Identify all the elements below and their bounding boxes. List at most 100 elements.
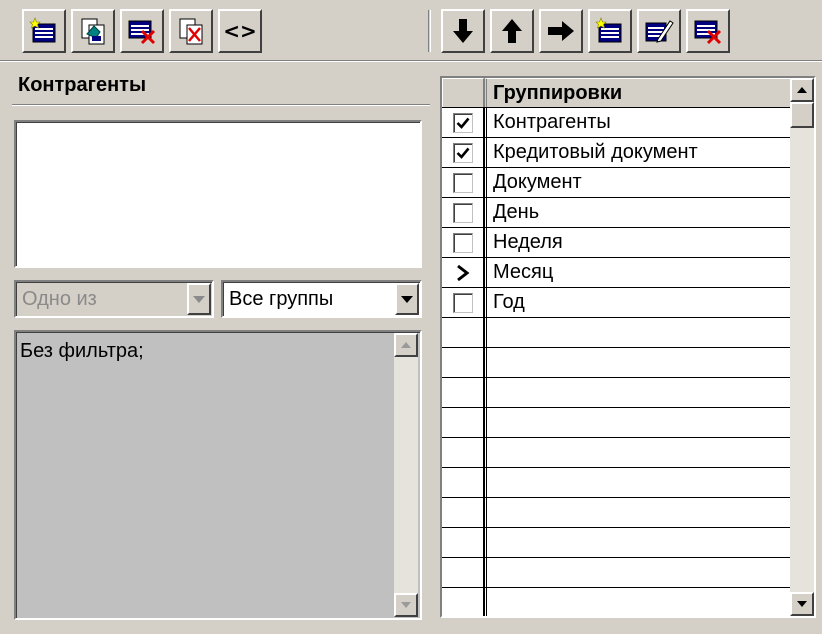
copy-filter-button[interactable] [71, 9, 115, 53]
empty-label-cell [484, 498, 790, 527]
grid-header-label[interactable]: Группировки [484, 78, 790, 107]
grid-scroll-up-button[interactable] [790, 78, 814, 102]
row-label: Документ [484, 168, 790, 197]
empty-row [442, 318, 790, 348]
title-divider [12, 104, 430, 106]
row-checkbox[interactable] [452, 112, 473, 133]
move-down-button[interactable] [441, 9, 485, 53]
grid-header: Группировки [442, 78, 790, 108]
angle-brackets-button[interactable]: <> [218, 9, 262, 53]
empty-check-cell [442, 498, 484, 527]
row-check-cell [442, 198, 484, 227]
row-checkbox[interactable] [452, 142, 473, 163]
empty-check-cell [442, 468, 484, 497]
row-label: Год [484, 288, 790, 317]
toolbar-divider [0, 60, 822, 62]
table-row[interactable]: Документ [442, 168, 790, 198]
empty-check-cell [442, 378, 484, 407]
empty-row [442, 528, 790, 558]
new-filter-button[interactable] [22, 9, 66, 53]
condition-combo[interactable]: Одно из [14, 280, 214, 318]
delete-filter-button[interactable] [120, 9, 164, 53]
table-row[interactable]: Контрагенты [442, 108, 790, 138]
current-row-pointer-icon [453, 263, 473, 283]
scroll-down-icon [797, 601, 807, 607]
row-checkbox[interactable] [452, 202, 473, 223]
row-checkbox[interactable] [452, 172, 473, 193]
delete-grouping-icon [694, 20, 722, 45]
empty-check-cell [442, 588, 484, 616]
row-checkbox[interactable] [452, 292, 473, 313]
empty-check-cell [442, 528, 484, 557]
row-check-cell [442, 168, 484, 197]
empty-row [442, 468, 790, 498]
grid-scroll-down-button[interactable] [790, 592, 814, 616]
grouping-grid: Группировки Контрагенты Кредитовый докуме… [440, 76, 816, 618]
empty-row [442, 498, 790, 528]
edit-grouping-button[interactable] [637, 9, 681, 53]
empty-row [442, 438, 790, 468]
empty-row [442, 558, 790, 588]
new-grouping-button[interactable] [588, 9, 632, 53]
empty-check-cell [442, 408, 484, 437]
panel-title: Контрагенты [18, 74, 147, 96]
chevron-down-icon [401, 295, 413, 303]
check-icon [456, 117, 470, 129]
filter-scrollbar[interactable] [394, 333, 418, 617]
row-label: День [484, 198, 790, 227]
grid-header-check-column [442, 78, 484, 107]
table-row[interactable]: Месяц [442, 258, 790, 288]
scroll-up-button[interactable] [394, 333, 418, 357]
empty-check-cell [442, 318, 484, 347]
empty-label-cell [484, 318, 790, 347]
filter-text-area[interactable] [14, 330, 422, 620]
empty-label-cell [484, 468, 790, 497]
row-check-cell [442, 258, 484, 287]
table-row[interactable]: День [442, 198, 790, 228]
grid-scroll-thumb[interactable] [790, 102, 814, 128]
table-row[interactable]: Кредитовый документ [442, 138, 790, 168]
arrow-right-icon [548, 21, 574, 41]
empty-row [442, 348, 790, 378]
empty-check-cell [442, 348, 484, 377]
empty-row [442, 408, 790, 438]
angle-brackets-icon: <> [223, 19, 257, 43]
table-row[interactable]: Год [442, 288, 790, 318]
group-combo-dropdown[interactable] [395, 283, 419, 315]
condition-combo-dropdown[interactable] [187, 283, 211, 315]
scroll-up-icon [401, 342, 411, 348]
empty-label-cell [484, 438, 790, 467]
clear-filter-icon [179, 18, 203, 45]
selected-values-list[interactable] [14, 120, 422, 268]
empty-check-cell [442, 558, 484, 587]
group-combo[interactable]: Все группы [221, 280, 422, 318]
chevron-down-icon [193, 295, 205, 303]
grid-scrollbar[interactable] [790, 78, 814, 616]
row-check-cell [442, 228, 484, 257]
empty-label-cell [484, 558, 790, 587]
move-up-button[interactable] [490, 9, 534, 53]
new-filter-icon [29, 17, 56, 43]
row-checkbox[interactable] [452, 232, 473, 253]
copy-filter-icon [81, 18, 105, 45]
empty-row [442, 378, 790, 408]
edit-grouping-icon [645, 20, 674, 43]
row-check-cell [442, 108, 484, 137]
row-label: Неделя [484, 228, 790, 257]
delete-grouping-button[interactable] [686, 9, 730, 53]
row-label: Контрагенты [484, 108, 790, 137]
new-grouping-icon [595, 17, 622, 43]
move-right-button[interactable] [539, 9, 583, 53]
condition-combo-value: Одно из [22, 287, 97, 310]
row-check-cell [442, 138, 484, 167]
scroll-down-button[interactable] [394, 593, 418, 617]
empty-label-cell [484, 528, 790, 557]
scroll-up-icon [797, 87, 807, 93]
toolbar-separator [428, 10, 431, 52]
check-icon [456, 147, 470, 159]
clear-filter-button[interactable] [169, 9, 213, 53]
empty-row [442, 588, 790, 616]
table-row[interactable]: Неделя [442, 228, 790, 258]
empty-label-cell [484, 408, 790, 437]
empty-label-cell [484, 378, 790, 407]
